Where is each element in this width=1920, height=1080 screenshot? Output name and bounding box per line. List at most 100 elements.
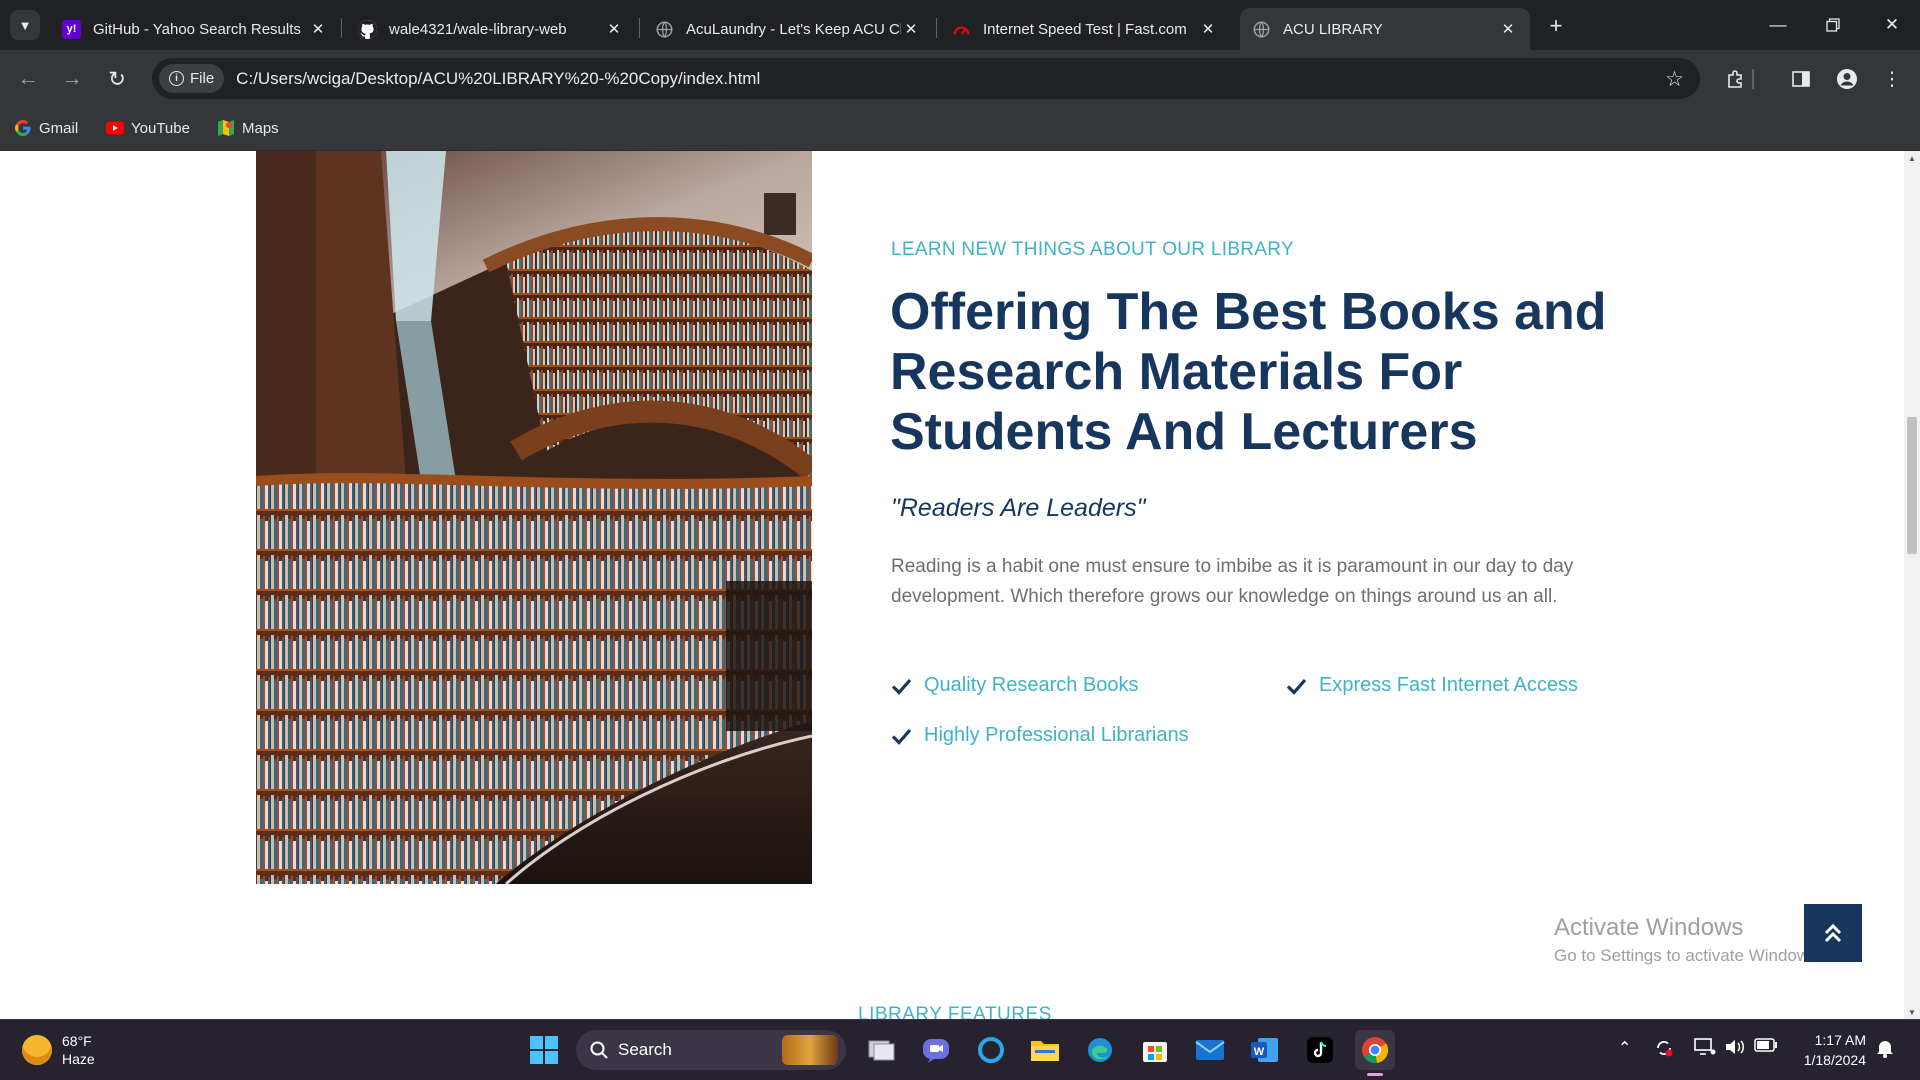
restore-button[interactable] [1813,10,1853,40]
bookmarks-bar: Gmail YouTube Maps [0,107,1920,151]
edge-icon [1088,1038,1112,1062]
motto-quote: "Readers Are Leaders" [891,494,1146,522]
windows-logo-icon [530,1036,558,1064]
svg-text:W: W [1254,1046,1265,1058]
file-explorer-button[interactable] [1025,1030,1065,1070]
close-icon[interactable]: ✕ [1498,20,1518,38]
back-to-top-button[interactable] [1804,904,1862,962]
back-button[interactable]: ← [12,63,44,95]
volume-icon[interactable] [1724,1038,1746,1061]
microsoft-store-button[interactable] [1135,1030,1175,1070]
tab-title: Internet Speed Test | Fast.com [983,20,1187,38]
taskbar-search[interactable]: Search [576,1030,846,1070]
checkmark-icon [1286,678,1307,695]
chrome-icon [1362,1037,1389,1064]
minimize-button[interactable]: — [1758,10,1798,40]
bookmark-label: Gmail [39,119,79,137]
extensions-button[interactable] [1720,63,1752,95]
puzzle-icon [1728,70,1742,88]
tab-github[interactable]: wale4321/wale-library-web ✕ [346,8,636,50]
bookmark-gmail[interactable]: Gmail [14,117,78,139]
side-panel-button[interactable] [1785,63,1817,95]
chevron-up-icon: ⌃ [1618,1040,1632,1057]
bookmark-star-icon[interactable]: ☆ [1665,67,1684,92]
new-tab-button[interactable]: + [1542,12,1570,40]
close-icon[interactable]: ✕ [604,20,624,38]
minimize-icon: — [1769,15,1787,34]
weather-haze-icon [22,1035,52,1065]
feature-item: Highly Professional Librarians [891,724,1189,747]
close-window-button[interactable]: ✕ [1872,10,1912,40]
globe-icon [1252,20,1271,39]
page-heading: Offering The Best Books and Research Mat… [890,283,1607,461]
sync-status-icon[interactable] [1654,1038,1674,1063]
battery-icon[interactable] [1754,1038,1778,1057]
scrollbar-thumb[interactable] [1907,417,1917,554]
search-label: Search [618,1040,672,1059]
chevron-down-icon: ▼ [18,17,32,33]
reload-button[interactable]: ↻ [101,63,133,95]
tab-title: AcuLaundry - Let's Keep ACU Cl [686,20,901,38]
plus-icon: + [1549,13,1563,38]
tab-fast[interactable]: Internet Speed Test | Fast.com ✕ [940,8,1230,50]
clock-date: 1/18/2024 [1803,1052,1866,1068]
tab-strip: ▼ y! GitHub - Yahoo Search Results ✕ wal… [0,0,1920,50]
tab-search-button[interactable]: ▼ [10,10,40,40]
scroll-up-arrow-icon[interactable]: ▲ [1904,151,1920,165]
network-icon[interactable] [1694,1038,1716,1061]
clock-time: 1:17 AM [1814,1032,1866,1048]
tab-title: GitHub - Yahoo Search Results [93,20,301,38]
tab-aculaundry[interactable]: AcuLaundry - Let's Keep ACU Cl ✕ [643,8,933,50]
bookmark-youtube[interactable]: YouTube [106,117,190,139]
double-chevron-up-icon [1824,923,1842,943]
weather-widget[interactable]: 68°F Haze [22,1032,95,1068]
feature-item: Quality Research Books [891,674,1139,697]
checkmark-icon [891,728,912,745]
mail-button[interactable] [1190,1030,1230,1070]
system-clock[interactable]: 1:17 AM 1/18/2024 [1790,1030,1866,1070]
close-icon[interactable]: ✕ [1198,20,1218,38]
page-scrollbar[interactable]: ▲ ▼ [1904,151,1920,1019]
tiktok-button[interactable] [1300,1030,1340,1070]
task-view-button[interactable] [862,1030,902,1070]
checkmark-icon [891,678,912,695]
tab-acu-library[interactable]: ACU LIBRARY ✕ [1240,8,1530,50]
close-icon[interactable]: ✕ [308,20,328,38]
tab-title: ACU LIBRARY [1283,20,1383,38]
feature-label: Express Fast Internet Access [1319,674,1578,696]
teams-chat-button[interactable] [916,1030,956,1070]
activate-subtitle: Go to Settings to activate Windows. [1554,946,1823,965]
windows-taskbar: 68°F Haze Search W ⌃ 1:17 AM 1/18/2024 [0,1019,1920,1080]
menu-button[interactable]: ⋮ [1876,63,1908,95]
browser-toolbar: ← → ↻ i File C:/Users/wciga/Desktop/ACU%… [0,50,1920,107]
fast-icon [952,20,971,39]
search-icon [590,1041,608,1059]
show-hidden-icons-button[interactable]: ⌃ [1618,1038,1631,1058]
tab-title: wale4321/wale-library-web [389,20,567,38]
scroll-down-arrow-icon[interactable]: ▼ [1904,1005,1920,1019]
library-features-heading: LIBRARY FEATURES [858,1004,1052,1019]
profile-button[interactable] [1831,63,1863,95]
feature-label: Highly Professional Librarians [924,724,1189,746]
edge-button[interactable] [1080,1030,1120,1070]
tiktok-icon [1307,1037,1333,1063]
close-icon[interactable]: ✕ [901,20,921,38]
maps-icon [217,119,235,137]
more-vertical-icon: ⋮ [1882,68,1902,90]
globe-icon [655,20,674,39]
arrow-right-icon: → [61,67,83,90]
reload-icon: ↻ [108,67,126,91]
youtube-icon [106,119,124,137]
bookmark-maps[interactable]: Maps [217,117,279,139]
url-text[interactable]: C:/Users/wciga/Desktop/ACU%20LIBRARY%20-… [236,69,760,89]
address-bar[interactable]: i File C:/Users/wciga/Desktop/ACU%20LIBR… [152,58,1700,99]
tab-yahoo[interactable]: y! GitHub - Yahoo Search Results ✕ [50,8,340,50]
notifications-bell-icon[interactable] [1876,1038,1894,1063]
chrome-button[interactable] [1355,1030,1395,1076]
start-button[interactable] [524,1030,564,1070]
site-info-chip[interactable]: i File [159,64,225,93]
word-button[interactable]: W [1245,1030,1285,1070]
section-eyebrow: LEARN NEW THINGS ABOUT OUR LIBRARY [891,239,1294,260]
cortana-button[interactable] [971,1030,1011,1070]
forward-button[interactable]: → [56,63,88,95]
